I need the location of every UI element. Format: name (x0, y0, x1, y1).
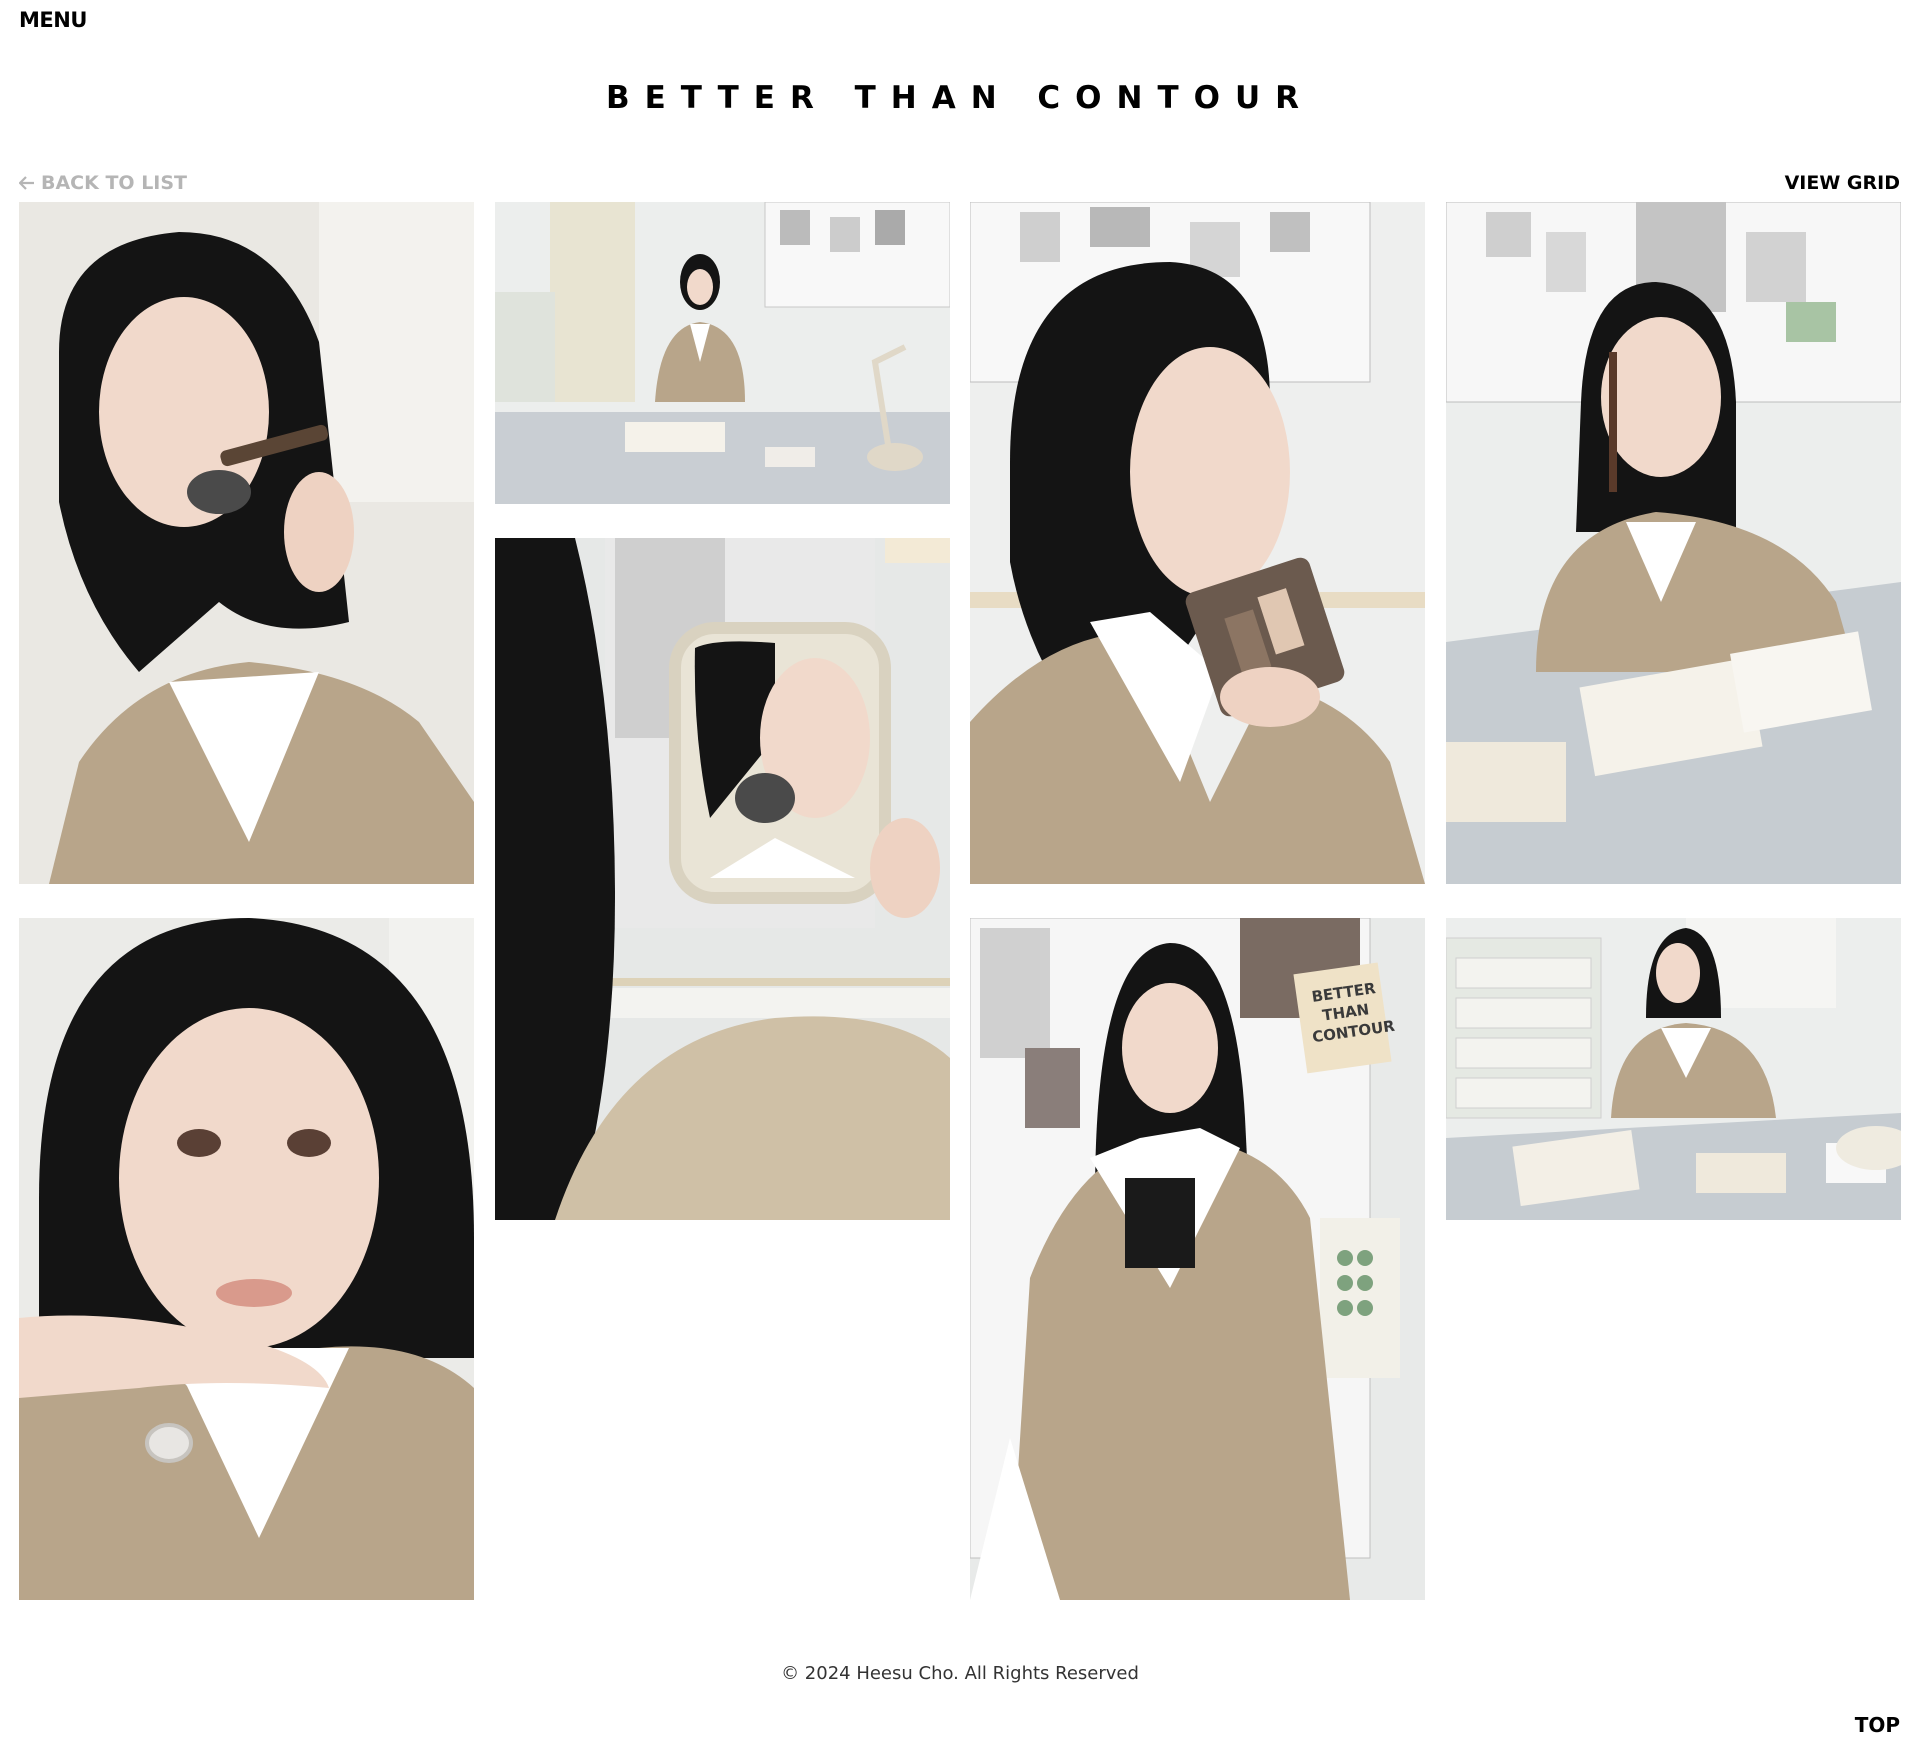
arrow-left-icon (19, 176, 34, 190)
page-title: BETTER THAN CONTOUR (605, 80, 1315, 116)
photo-desk-wide[interactable] (495, 202, 950, 504)
photo-mirror-reflection[interactable] (495, 538, 950, 1220)
photo-pencil-desk[interactable] (1446, 202, 1901, 884)
menu-button[interactable]: MENU (19, 8, 87, 32)
view-grid-button[interactable]: VIEW GRID (1785, 172, 1900, 194)
back-to-list-label: BACK TO LIST (41, 172, 188, 194)
back-to-list-link[interactable]: BACK TO LIST (19, 172, 187, 194)
photo-brush-jaw[interactable] (19, 202, 474, 884)
back-to-top-button[interactable]: TOP (1855, 1713, 1900, 1737)
photo-standing-board[interactable]: BETTER THAN CONTOUR (970, 918, 1425, 1600)
photo-desk-side[interactable] (1446, 918, 1901, 1220)
copyright-text: © 2024 Heesu Cho. All Rights Reserved (781, 1663, 1139, 1684)
photo-closeup-hands[interactable] (19, 918, 474, 1600)
photo-palette-hold[interactable] (970, 202, 1425, 884)
